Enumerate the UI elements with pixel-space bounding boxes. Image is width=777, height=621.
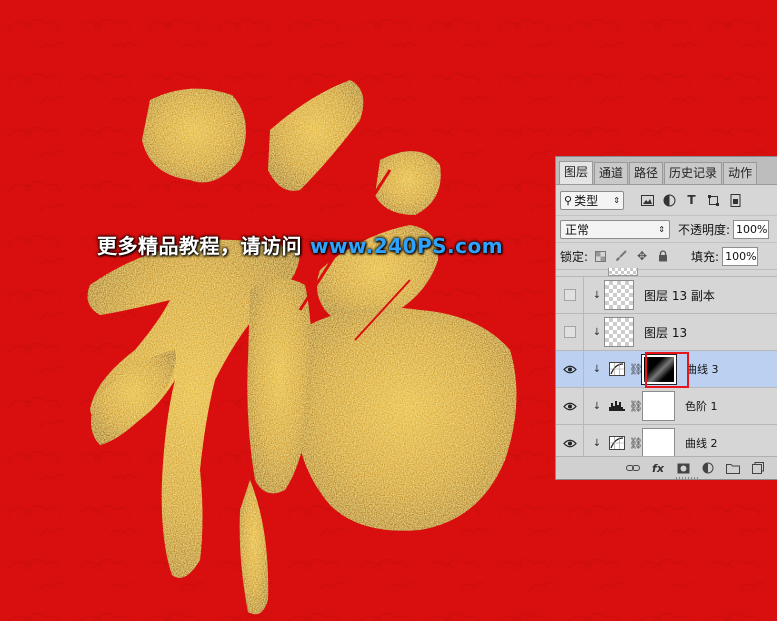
- eye-icon: [562, 365, 577, 373]
- panel-bottom-bar: fx: [556, 456, 777, 480]
- clipping-arrow-icon: ↓: [592, 400, 602, 412]
- filter-icons: T: [640, 193, 743, 208]
- fx-icon[interactable]: fx: [651, 461, 665, 475]
- lock-icon[interactable]: [657, 249, 669, 263]
- shape-icon[interactable]: [706, 193, 721, 208]
- clipping-arrow-icon: ↓: [592, 289, 602, 301]
- eye-icon: [562, 439, 577, 447]
- layer-row[interactable]: ↓ ⛓ 色阶 1: [556, 388, 777, 425]
- brush-icon[interactable]: [615, 249, 627, 263]
- resize-grip[interactable]: [676, 477, 700, 480]
- lock-row: 锁定: ✥ 填充: 100%: [556, 243, 777, 270]
- tab-history[interactable]: 历史记录: [664, 162, 723, 184]
- link-icon[interactable]: ⛓: [629, 363, 643, 376]
- layer-name[interactable]: 曲线 2: [685, 435, 718, 451]
- adjustment-icon[interactable]: [701, 461, 715, 475]
- partial-layer-row[interactable]: [556, 268, 777, 277]
- layer-name[interactable]: 图层 13 副本: [644, 287, 715, 304]
- tab-actions[interactable]: 动作: [723, 162, 758, 184]
- clipping-arrow-icon: ↓: [592, 437, 602, 449]
- hidden-eye-box: [563, 326, 576, 338]
- fx-label: fx: [652, 461, 664, 475]
- watermark: 更多精品教程，请访问 www.240PS.com: [97, 230, 503, 259]
- clipping-arrow-icon: ↓: [592, 326, 602, 338]
- fill-input[interactable]: 100%: [722, 246, 759, 266]
- levels-icon: [608, 399, 626, 413]
- mask-icon[interactable]: [676, 461, 690, 475]
- layer-name[interactable]: 图层 13: [644, 324, 687, 341]
- eye-icon: [562, 402, 577, 410]
- filter-row: ⚲ 类型 ⇕ T: [556, 185, 777, 216]
- watermark-text: 更多精品教程，请访问: [97, 234, 302, 258]
- visibility-toggle[interactable]: [556, 351, 584, 387]
- curves-icon: [608, 362, 626, 376]
- layer-row[interactable]: ↓ 图层 13: [556, 314, 777, 351]
- hidden-eye-box: [563, 289, 576, 301]
- opacity-label: 不透明度:: [678, 222, 731, 237]
- layer-thumbnail: [608, 268, 638, 276]
- layer-name[interactable]: 色阶 1: [685, 398, 718, 414]
- move-icon[interactable]: ✥: [636, 249, 648, 263]
- watermark-url: www.240PS.com: [310, 234, 504, 258]
- layer-thumbnail: [604, 317, 634, 347]
- visibility-toggle[interactable]: [556, 277, 584, 313]
- smart-object-icon[interactable]: [728, 193, 743, 208]
- type-icon[interactable]: T: [684, 193, 699, 208]
- curves-icon: [608, 436, 626, 450]
- layer-filter-label: 类型: [574, 193, 599, 208]
- chevron-updown-icon: ⇕: [658, 224, 665, 234]
- visibility-toggle[interactable]: [556, 314, 584, 350]
- link-icon[interactable]: ⛓: [629, 400, 643, 413]
- new-layer-icon[interactable]: [751, 461, 765, 475]
- link-icon[interactable]: [626, 461, 640, 475]
- visibility-toggle[interactable]: [556, 388, 584, 424]
- layer-thumbnail: [604, 280, 634, 310]
- fill-label: 填充:: [691, 249, 720, 264]
- folder-icon[interactable]: [726, 461, 740, 475]
- image-icon[interactable]: [640, 193, 655, 208]
- tab-paths[interactable]: 路径: [629, 162, 664, 184]
- lock-transparent-icon[interactable]: [594, 249, 606, 263]
- opacity-input[interactable]: 100%: [733, 219, 770, 239]
- search-icon: ⚲: [564, 193, 573, 207]
- link-icon[interactable]: ⛓: [629, 437, 643, 450]
- adjustment-icon[interactable]: [662, 193, 677, 208]
- layer-row-selected[interactable]: ↓ ⛓ 曲线 3: [556, 351, 777, 388]
- layer-filter-select[interactable]: ⚲ 类型 ⇕: [560, 190, 624, 210]
- layer-name[interactable]: 曲线 3: [686, 361, 719, 377]
- layer-mask-thumbnail[interactable]: [642, 391, 675, 421]
- clipping-arrow-icon: ↓: [592, 363, 602, 375]
- tab-channels[interactable]: 通道: [594, 162, 629, 184]
- layer-mask-thumbnail[interactable]: [642, 428, 675, 458]
- layer-row[interactable]: ↓ 图层 13 副本: [556, 277, 777, 314]
- lock-label: 锁定:: [560, 249, 589, 264]
- panel-tabs: 图层 通道 路径 历史记录 动作: [556, 157, 777, 185]
- chevron-updown-icon: ⇕: [613, 195, 620, 205]
- layers-panel: 图层 通道 路径 历史记录 动作 ⚲ 类型 ⇕ T 正常 ⇕ 不透明度: 100…: [555, 156, 777, 480]
- tab-layers[interactable]: 图层: [559, 161, 594, 184]
- blend-mode-value: 正常: [565, 222, 590, 237]
- lock-icons: ✥: [594, 249, 669, 263]
- mask-highlight-box: [645, 352, 689, 388]
- blend-mode-select[interactable]: 正常 ⇕: [560, 219, 670, 239]
- blend-row: 正常 ⇕ 不透明度: 100%: [556, 216, 777, 243]
